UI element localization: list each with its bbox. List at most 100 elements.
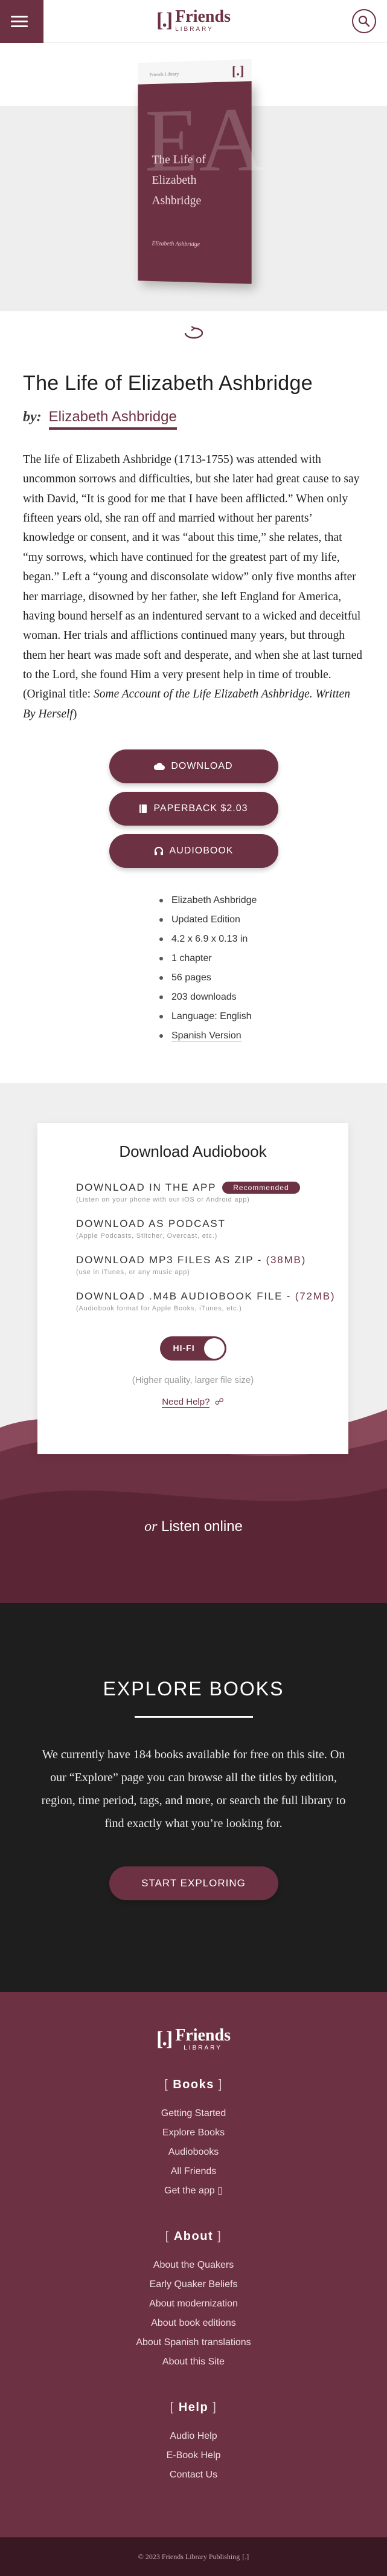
- paperback-button[interactable]: PAPERBACK $2.03: [109, 792, 278, 826]
- option-sub: (Audiobook format for Apple Books, iTune…: [76, 1305, 348, 1312]
- footer-link[interactable]: About the Quakers: [0, 2256, 387, 2275]
- meta-edition: Updated Edition: [157, 910, 364, 930]
- option-label: DOWNLOAD AS PODCAST: [76, 1218, 226, 1230]
- hifi-label: HI-FI: [173, 1343, 195, 1353]
- download-option-mp3-zip[interactable]: DOWNLOAD MP3 FILES AS ZIP - (38MB) (use …: [76, 1254, 348, 1276]
- spanish-version-link[interactable]: Spanish Version: [157, 1026, 364, 1046]
- blurb-text: The life of Elizabeth Ashbridge (1713-17…: [23, 453, 362, 701]
- cover-title-line: Elizabeth Ashbridge: [152, 170, 246, 212]
- download-label: DOWNLOAD: [171, 761, 232, 772]
- book-blurb: The life of Elizabeth Ashbridge (1713-17…: [23, 450, 364, 724]
- footer-link-get-app[interactable]: Get the app ▯: [0, 2181, 387, 2201]
- footer-section-title: Help: [179, 2401, 208, 2414]
- site-logo[interactable]: [.] Friends LIBRARY: [156, 8, 231, 33]
- book-meta-list: Elizabeth Ashbridge Updated Edition 4.2 …: [157, 891, 364, 1046]
- get-app-label: Get the app: [164, 2186, 215, 2196]
- option-sub: (use in iTunes, or any music app): [76, 1269, 348, 1276]
- site-header: [.] Friends LIBRARY: [0, 0, 387, 43]
- download-option-m4b[interactable]: DOWNLOAD .M4B AUDIOBOOK FILE - (72MB) (A…: [76, 1290, 348, 1312]
- footer-section-help: [ Help ]: [0, 2401, 387, 2415]
- footer-link[interactable]: About this Site: [0, 2352, 387, 2372]
- explore-divider: [135, 1716, 253, 1718]
- footer-link[interactable]: All Friends: [0, 2162, 387, 2181]
- option-label: DOWNLOAD MP3 FILES AS ZIP -: [76, 1254, 266, 1266]
- download-option-podcast[interactable]: DOWNLOAD AS PODCAST (Apple Podcasts, Sti…: [76, 1218, 348, 1240]
- cover-publisher: Friends Library: [150, 71, 179, 77]
- copyright-logo-mark: [.]: [242, 2552, 249, 2561]
- footer-link[interactable]: About Spanish translations: [0, 2333, 387, 2352]
- footer-link[interactable]: Explore Books: [0, 2123, 387, 2143]
- footer-logo-mark: [.]: [156, 2028, 171, 2051]
- author-line: by: Elizabeth Ashbridge: [23, 409, 364, 430]
- author-link[interactable]: Elizabeth Ashbridge: [49, 409, 177, 430]
- option-size: (72MB): [295, 1290, 336, 1302]
- help-icon: ☍: [215, 1397, 224, 1407]
- download-button[interactable]: DOWNLOAD: [109, 749, 278, 783]
- cover-author: Elizabeth Ashbridge: [152, 241, 200, 248]
- option-label: DOWNLOAD IN THE APP: [76, 1182, 216, 1194]
- rotate-icon: [183, 326, 205, 340]
- toggle-knob: [204, 1338, 225, 1359]
- recommended-badge: Recommended: [222, 1182, 299, 1194]
- start-exploring-button[interactable]: START EXPLORING: [109, 1866, 278, 1900]
- footer-about-links: About the Quakers Early Quaker Beliefs A…: [0, 2256, 387, 2372]
- search-icon: [358, 15, 370, 27]
- need-help-link[interactable]: Need Help? ☍: [37, 1396, 348, 1407]
- book-details: The Life of Elizabeth Ashbridge by: Eliz…: [0, 372, 387, 1046]
- meta-author: Elizabeth Ashbridge: [157, 891, 364, 910]
- cloud-icon: [154, 762, 165, 771]
- cover-title-line: The Life of: [152, 149, 246, 170]
- footer-link[interactable]: Audiobooks: [0, 2143, 387, 2162]
- hamburger-icon: [11, 25, 28, 27]
- flip-cover-button[interactable]: [183, 326, 205, 343]
- audiobook-label: AUDIOBOOK: [170, 846, 234, 856]
- footer-help-links: Audio Help E-Book Help Contact Us: [0, 2427, 387, 2485]
- need-help-label: Need Help?: [162, 1397, 209, 1408]
- meta-chapters: 1 chapter: [157, 949, 364, 968]
- headphones-icon: [154, 846, 164, 856]
- logo-subtitle: LIBRARY: [175, 27, 231, 33]
- footer-link[interactable]: Contact Us: [0, 2465, 387, 2485]
- book-cover[interactable]: Friends Library [.] EA The Life of Eliza…: [138, 81, 251, 284]
- footer-logo-subtitle: LIBRARY: [175, 2045, 231, 2051]
- start-exploring-label: START EXPLORING: [141, 1877, 246, 1889]
- footer-link[interactable]: About book editions: [0, 2314, 387, 2333]
- option-label: DOWNLOAD .M4B AUDIOBOOK FILE -: [76, 1290, 295, 1302]
- cover-top-band: Friends Library [.]: [138, 59, 251, 85]
- footer-logo[interactable]: [.] Friends LIBRARY: [0, 2027, 387, 2051]
- book-icon: [139, 804, 147, 814]
- phone-icon: ▯: [217, 2186, 223, 2196]
- blurb-end: ): [73, 708, 77, 720]
- audiobook-download-panel: Download Audiobook DOWNLOAD IN THE APP Re…: [37, 1123, 348, 1454]
- footer-section-title: About: [174, 2230, 213, 2243]
- footer-books-links: Getting Started Explore Books Audiobooks…: [0, 2104, 387, 2201]
- footer-link[interactable]: Audio Help: [0, 2427, 387, 2446]
- action-buttons: DOWNLOAD PAPERBACK $2.03 AUDIOBOOK: [23, 749, 364, 868]
- listen-online-label: Listen online: [161, 1518, 243, 1535]
- copyright-bar: © 2023 Friends Library Publishing [.]: [0, 2537, 387, 2576]
- book-cover-section: Friends Library [.] EA The Life of Eliza…: [0, 106, 387, 311]
- quality-note: (Higher quality, larger file size): [37, 1375, 348, 1385]
- cover-title: The Life of Elizabeth Ashbridge: [152, 149, 246, 212]
- search-button[interactable]: [352, 9, 376, 33]
- meta-downloads: 203 downloads: [157, 988, 364, 1007]
- listen-online-link[interactable]: or Listen online: [0, 1518, 387, 1535]
- footer-link[interactable]: Getting Started: [0, 2104, 387, 2123]
- explore-text: We currently have 184 books available fo…: [36, 1743, 351, 1835]
- footer-section-books: [ Books ]: [0, 2078, 387, 2092]
- explore-books-section: EXPLORE BOOKS We currently have 184 book…: [0, 1603, 387, 1992]
- meta-pages: 56 pages: [157, 968, 364, 988]
- or-text: or: [144, 1519, 157, 1535]
- meta-dimensions: 4.2 x 6.9 x 0.13 in: [157, 930, 364, 949]
- audiobook-button[interactable]: AUDIOBOOK: [109, 834, 278, 868]
- footer-link[interactable]: Early Quaker Beliefs: [0, 2275, 387, 2294]
- hifi-toggle[interactable]: HI-FI: [160, 1336, 226, 1361]
- option-sub: (Apple Podcasts, Stitcher, Overcast, etc…: [76, 1232, 348, 1240]
- book-title: The Life of Elizabeth Ashbridge: [23, 372, 364, 395]
- footer-logo-title: Friends: [175, 2027, 231, 2044]
- footer-link[interactable]: E-Book Help: [0, 2446, 387, 2465]
- menu-button[interactable]: [0, 0, 43, 43]
- download-option-app[interactable]: DOWNLOAD IN THE APP Recommended (Listen o…: [76, 1182, 348, 1203]
- option-size: (38MB): [266, 1254, 307, 1266]
- footer-link[interactable]: About modernization: [0, 2294, 387, 2314]
